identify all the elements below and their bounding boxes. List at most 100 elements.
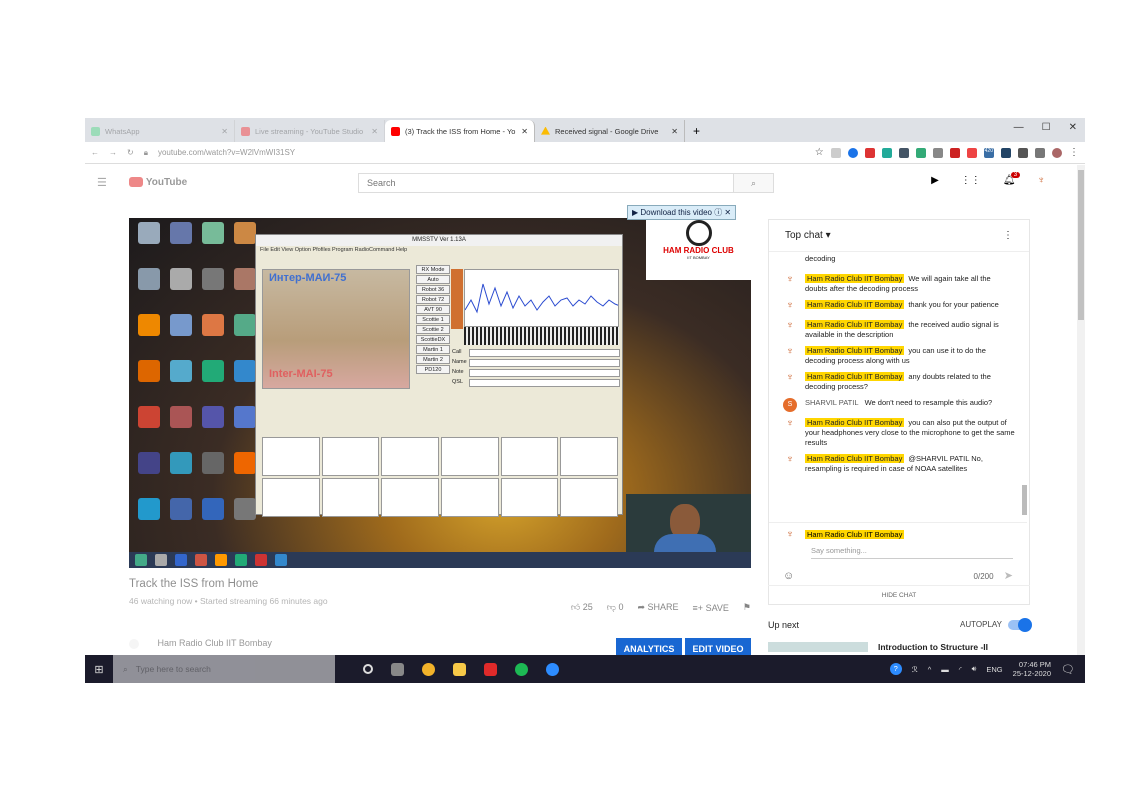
url-field[interactable]: youtube.com/watch?v=W2lVmWI31SY: [158, 148, 815, 157]
chat-menu-icon[interactable]: ⋮: [1003, 230, 1013, 241]
hide-chat-button[interactable]: HIDE CHAT: [768, 585, 1030, 605]
avatar: ♆: [786, 346, 794, 357]
chat-message: S SHARVIL PATIL We don't need to resample…: [783, 398, 1015, 412]
apps-grid-icon[interactable]: ⋮⋮: [961, 175, 981, 186]
reload-icon[interactable]: ↻: [127, 148, 134, 158]
video-title: Track the ISS from Home: [129, 578, 259, 590]
extension-icon[interactable]: [847, 147, 858, 158]
note-field[interactable]: [469, 369, 620, 377]
chrome-icon[interactable]: [422, 662, 435, 676]
extension-badge[interactable]: 420: [983, 147, 994, 158]
menu-dots-icon[interactable]: ⋮: [1069, 147, 1079, 158]
search-bar: ⌕: [358, 173, 774, 193]
desktop-app-icon: [234, 222, 256, 244]
autoplay-toggle[interactable]: [1008, 618, 1032, 632]
dislike-button[interactable]: 👎︎ 0: [607, 602, 624, 613]
send-icon[interactable]: ➤: [1004, 570, 1013, 582]
battery-icon[interactable]: ▬: [941, 665, 949, 674]
close-tab-icon[interactable]: ✕: [371, 127, 378, 136]
message-author: Ham Radio Club IIT Bombay: [805, 454, 905, 463]
tab-google-drive[interactable]: Received signal - Google Drive ✕: [535, 120, 685, 142]
download-video-button[interactable]: ▶ Download this video ⓘ ✕: [627, 205, 737, 220]
extension-icon[interactable]: [915, 147, 926, 158]
minimize-icon[interactable]: —: [1014, 122, 1024, 133]
zoom-icon[interactable]: [546, 662, 559, 676]
avatar[interactable]: [1052, 147, 1062, 158]
close-window-icon[interactable]: ✕: [1069, 122, 1077, 133]
close-tab-icon[interactable]: ✕: [221, 127, 228, 136]
close-tab-icon[interactable]: ✕: [521, 127, 528, 136]
template-slot: [381, 437, 439, 476]
youtube-logo[interactable]: YouTube: [128, 177, 187, 188]
windows-start-icon[interactable]: ⊞: [85, 663, 113, 676]
notification-center-icon[interactable]: 🗨︎: [1061, 663, 1075, 676]
new-tab-button[interactable]: +: [685, 120, 708, 142]
video-info: Track the ISS from Home 46 watching now …: [129, 578, 751, 613]
spotify-icon[interactable]: [515, 662, 528, 676]
like-button[interactable]: 👍︎ 25: [571, 602, 593, 613]
message-author: Ham Radio Club IIT Bombay: [805, 418, 905, 427]
hamburger-menu-icon[interactable]: ☰: [97, 176, 107, 189]
page-scrollbar[interactable]: [1077, 165, 1085, 655]
chat-message-input[interactable]: Say something...: [811, 546, 1013, 559]
desktop-app-icon: [170, 268, 192, 290]
create-video-icon[interactable]: ▶︎: [931, 175, 939, 186]
tab-whatsapp[interactable]: WhatsApp ✕: [85, 120, 235, 142]
top-chat-dropdown[interactable]: Top chat ▾: [785, 230, 831, 241]
extension-icon[interactable]: [932, 147, 943, 158]
extension-icon[interactable]: [1001, 147, 1011, 158]
search-icon[interactable]: ⌕: [733, 174, 773, 192]
tray-arrow-icon[interactable]: ^: [928, 665, 932, 674]
desktop-app-icon: [202, 452, 224, 474]
call-field[interactable]: [469, 349, 620, 357]
taskbar-search[interactable]: ⌕ Type here to search: [113, 655, 335, 683]
task-view-icon[interactable]: [391, 662, 404, 676]
logo-name: HAM RADIO CLUB: [663, 246, 734, 255]
avatar: ♆: [786, 529, 794, 540]
search-input[interactable]: [359, 178, 733, 188]
volume-icon[interactable]: 🔊︎: [972, 664, 977, 674]
back-icon[interactable]: ←: [91, 148, 99, 158]
close-tab-icon[interactable]: ✕: [671, 127, 678, 136]
wifi-icon[interactable]: ◜: [959, 665, 962, 674]
chat-scrollbar[interactable]: [1022, 485, 1027, 515]
extension-icon[interactable]: [864, 147, 875, 158]
rx-mode-item: Robot 72: [416, 295, 450, 304]
help-icon[interactable]: ?: [889, 663, 902, 675]
channel-avatar[interactable]: [129, 638, 139, 649]
avatar: ♆: [786, 372, 794, 383]
tab-youtube-studio[interactable]: Live streaming - YouTube Studio ✕: [235, 120, 385, 142]
extension-icon[interactable]: [949, 147, 960, 158]
flag-icon[interactable]: ⚑: [743, 602, 751, 613]
template-grid: [262, 437, 618, 517]
file-explorer-icon[interactable]: [453, 662, 466, 676]
emoji-icon[interactable]: ☺: [783, 570, 794, 582]
clock[interactable]: 07:46 PM 25-12-2020: [1013, 660, 1051, 678]
extension-icon[interactable]: [881, 147, 892, 158]
acrobat-icon[interactable]: [484, 662, 497, 676]
extension-icon[interactable]: [898, 147, 909, 158]
name-field[interactable]: [469, 359, 620, 367]
tab-track-iss[interactable]: (3) Track the ISS from Home - Yo ✕: [385, 120, 535, 142]
extension-icon[interactable]: [830, 147, 841, 158]
language-indicator[interactable]: ENG: [986, 665, 1002, 674]
qsl-field[interactable]: [469, 379, 620, 387]
message-text: We don't need to resample this audio?: [864, 398, 993, 407]
reading-list-icon[interactable]: [1035, 147, 1045, 158]
channel-name[interactable]: Ham Radio Club IIT Bombay: [158, 638, 272, 648]
save-button[interactable]: ≡+ SAVE: [693, 603, 729, 613]
star-icon[interactable]: ☆: [815, 147, 824, 158]
maximize-icon[interactable]: ☐: [1042, 122, 1051, 133]
video-player[interactable]: MMSSTV Ver 1.13A File Edit View Option P…: [129, 218, 751, 568]
taskbar-app-icon: [155, 554, 167, 566]
scrollbar-thumb[interactable]: [1078, 170, 1084, 320]
cortana-icon[interactable]: [363, 664, 373, 674]
share-button[interactable]: ➦ SHARE: [637, 602, 678, 613]
notifications-bell-icon[interactable]: 🔔︎ 3: [1003, 172, 1021, 186]
up-next-item[interactable]: Introduction to Structure -II: [768, 642, 1030, 652]
extension-icon[interactable]: [966, 147, 977, 158]
puzzle-icon[interactable]: [1018, 147, 1028, 158]
people-icon[interactable]: ℛ: [912, 665, 918, 674]
avatar[interactable]: ♆: [1038, 175, 1046, 186]
forward-icon[interactable]: →: [109, 148, 117, 158]
